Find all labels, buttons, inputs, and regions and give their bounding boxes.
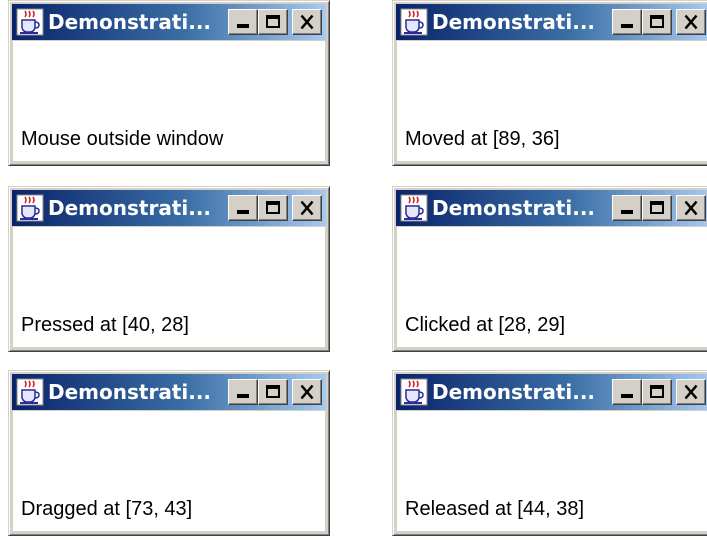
close-icon	[300, 14, 314, 30]
demo-window-5[interactable]: Demonstrati... Dragged at [73, 43]	[8, 370, 330, 536]
window-title: Demonstrati...	[48, 380, 212, 404]
java-cup-icon	[400, 378, 428, 406]
minimize-icon	[237, 24, 249, 28]
maximize-button[interactable]	[642, 195, 672, 221]
maximize-icon	[650, 201, 664, 214]
maximize-button[interactable]	[258, 9, 288, 35]
maximize-icon	[650, 15, 664, 28]
close-button[interactable]	[292, 195, 322, 221]
close-icon	[300, 384, 314, 400]
window-title: Demonstrati...	[48, 10, 212, 34]
mouse-status-label: Moved at [89, 36]	[405, 128, 560, 150]
window-title: Demonstrati...	[48, 196, 212, 220]
window-content[interactable]: Moved at [89, 36]	[397, 41, 707, 161]
window-content[interactable]: Pressed at [40, 28]	[13, 227, 325, 347]
java-cup-icon	[400, 194, 428, 222]
java-cup-icon	[16, 194, 44, 222]
title-bar[interactable]: Demonstrati...	[12, 190, 326, 226]
minimize-icon	[621, 210, 633, 214]
minimize-icon	[621, 394, 633, 398]
mouse-status-label: Dragged at [73, 43]	[21, 498, 193, 520]
java-cup-icon	[16, 378, 44, 406]
close-button[interactable]	[676, 195, 706, 221]
maximize-button[interactable]	[258, 195, 288, 221]
mouse-status-label: Clicked at [28, 29]	[405, 314, 566, 336]
mouse-status-label: Pressed at [40, 28]	[21, 314, 189, 336]
close-icon	[684, 384, 698, 400]
window-title: Demonstrati...	[432, 196, 596, 220]
demo-window-4[interactable]: Demonstrati... Clicked at [28, 29]	[392, 186, 707, 352]
mouse-status-label: Released at [44, 38]	[405, 498, 585, 520]
minimize-button[interactable]	[612, 379, 642, 405]
maximize-button[interactable]	[642, 379, 672, 405]
window-content[interactable]: Clicked at [28, 29]	[397, 227, 707, 347]
java-cup-icon	[400, 8, 428, 36]
demo-window-2[interactable]: Demonstrati... Moved at [89, 36]	[392, 0, 707, 166]
maximize-icon	[650, 385, 664, 398]
maximize-button[interactable]	[642, 9, 672, 35]
maximize-icon	[266, 15, 280, 28]
close-button[interactable]	[676, 9, 706, 35]
minimize-button[interactable]	[228, 379, 258, 405]
title-bar[interactable]: Demonstrati...	[396, 374, 707, 410]
window-title: Demonstrati...	[432, 380, 596, 404]
close-icon	[684, 200, 698, 216]
minimize-button[interactable]	[228, 195, 258, 221]
close-button[interactable]	[292, 379, 322, 405]
mouse-status-label: Mouse outside window	[21, 128, 224, 150]
minimize-icon	[237, 394, 249, 398]
close-icon	[300, 200, 314, 216]
window-content[interactable]: Mouse outside window	[13, 41, 325, 161]
demo-window-1[interactable]: Demonstrati... Mouse outside window	[8, 0, 330, 166]
maximize-icon	[266, 201, 280, 214]
close-icon	[684, 14, 698, 30]
title-bar[interactable]: Demonstrati...	[12, 374, 326, 410]
close-button[interactable]	[292, 9, 322, 35]
title-bar[interactable]: Demonstrati...	[396, 190, 707, 226]
java-cup-icon	[16, 8, 44, 36]
demo-window-3[interactable]: Demonstrati... Pressed at [40, 28]	[8, 186, 330, 352]
demo-window-6[interactable]: Demonstrati... Released at [44, 38]	[392, 370, 707, 536]
window-content[interactable]: Dragged at [73, 43]	[13, 411, 325, 531]
minimize-button[interactable]	[612, 9, 642, 35]
close-button[interactable]	[676, 379, 706, 405]
title-bar[interactable]: Demonstrati...	[396, 4, 707, 40]
minimize-button[interactable]	[612, 195, 642, 221]
window-title: Demonstrati...	[432, 10, 596, 34]
minimize-button[interactable]	[228, 9, 258, 35]
title-bar[interactable]: Demonstrati...	[12, 4, 326, 40]
minimize-icon	[621, 24, 633, 28]
window-content[interactable]: Released at [44, 38]	[397, 411, 707, 531]
maximize-icon	[266, 385, 280, 398]
minimize-icon	[237, 210, 249, 214]
maximize-button[interactable]	[258, 379, 288, 405]
